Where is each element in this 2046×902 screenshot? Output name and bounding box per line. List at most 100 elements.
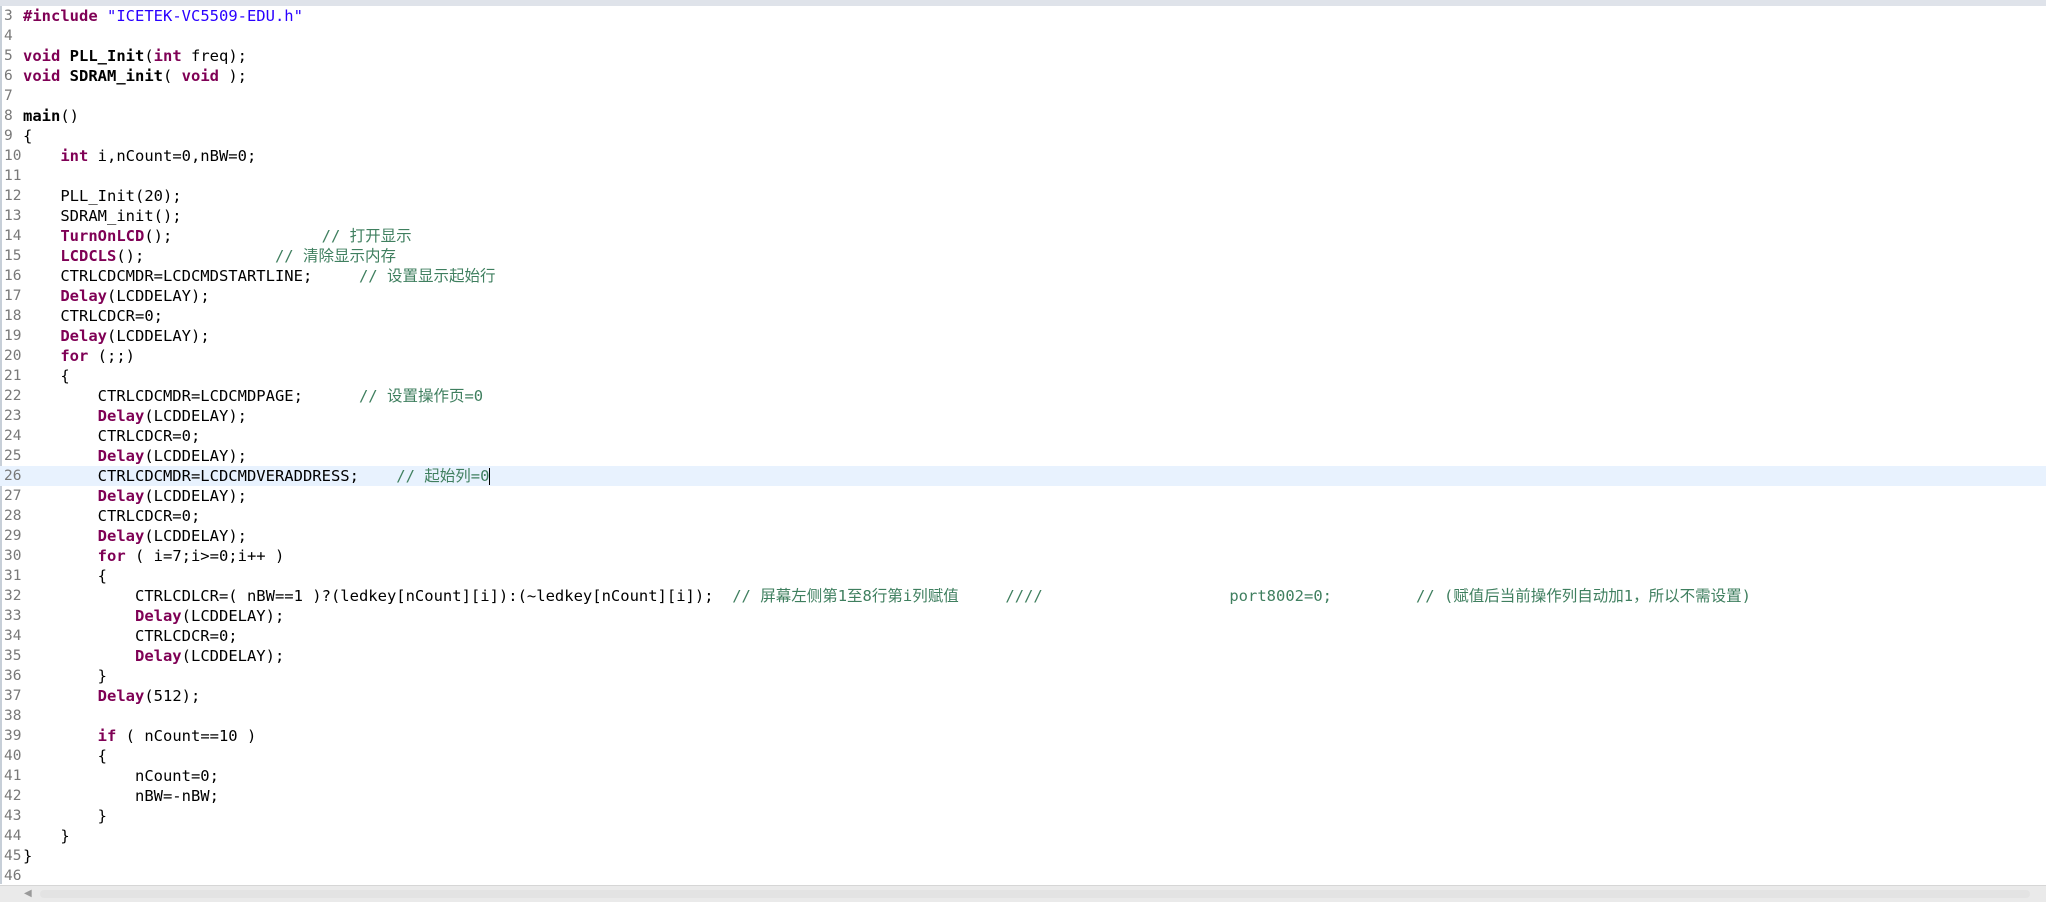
code-line[interactable]: 6 void SDRAM_init( void ); — [0, 66, 2046, 86]
line-code[interactable]: Delay(LCDDELAY); — [23, 486, 247, 506]
line-code[interactable]: CTRLCDLCR=( nBW==1 )?(ledkey[nCount][i])… — [23, 586, 1751, 606]
code-line[interactable]: 21 { — [0, 366, 2046, 386]
scrollbar-thumb[interactable] — [40, 890, 2030, 898]
code-keyword: Delay — [134, 646, 182, 665]
code-line[interactable]: 18 CTRLCDCR=0; — [0, 306, 2046, 326]
horizontal-scrollbar[interactable]: ◀ — [0, 885, 2046, 902]
code-line[interactable]: 15 LCDCLS(); // 清除显示内存 — [0, 246, 2046, 266]
code-line[interactable]: 45} — [0, 846, 2046, 866]
line-code[interactable]: for (;;) — [23, 346, 135, 366]
code-line[interactable]: 41 nCount=0; — [0, 766, 2046, 786]
line-code[interactable]: for ( i=7;i>=0;i++ ) — [23, 546, 285, 566]
line-code[interactable]: CTRLCDCR=0; — [23, 626, 238, 646]
line-number: 3 — [4, 7, 13, 24]
code-token: (LCDDELAY); — [181, 646, 285, 665]
line-code[interactable]: } — [23, 666, 107, 686]
line-code[interactable]: Delay(LCDDELAY); — [23, 406, 247, 426]
line-number: 5 — [4, 47, 13, 64]
code-token: { — [23, 366, 70, 385]
line-code[interactable]: CTRLCDCMDR=LCDCMDVERADDRESS; // 起始列=0 — [23, 466, 491, 486]
line-code[interactable]: nCount=0; — [23, 766, 219, 786]
line-code[interactable]: CTRLCDCR=0; — [23, 426, 201, 446]
code-line[interactable]: 19 Delay(LCDDELAY); — [0, 326, 2046, 346]
line-code[interactable]: Delay(LCDDELAY); — [23, 606, 284, 626]
line-code[interactable]: nBW=-nBW; — [23, 786, 219, 806]
line-code[interactable]: CTRLCDCR=0; — [23, 506, 201, 526]
scroll-left-arrow-icon[interactable]: ◀ — [24, 889, 32, 899]
line-code[interactable]: #include "ICETEK-VC5509-EDU.h" — [23, 6, 303, 26]
code-token: { — [23, 126, 33, 145]
code-token: ( — [144, 46, 154, 65]
line-code[interactable]: { — [23, 566, 107, 586]
line-code[interactable]: Delay(LCDDELAY); — [23, 526, 247, 546]
code-line[interactable]: 8 main() — [0, 106, 2046, 126]
line-code[interactable]: CTRLCDCMDR=LCDCMDSTARTLINE; // 设置显示起始行 — [23, 266, 495, 286]
line-code[interactable]: Delay(512); — [23, 686, 201, 706]
code-line[interactable]: 34 CTRLCDCR=0; — [0, 626, 2046, 646]
code-line[interactable]: 36 } — [0, 666, 2046, 686]
code-line[interactable]: 7 — [0, 86, 2046, 106]
line-number: 30 — [4, 547, 22, 564]
code-line[interactable]: 37 Delay(512); — [0, 686, 2046, 706]
code-line[interactable]: 14 TurnOnLCD(); // 打开显示 — [0, 226, 2046, 246]
line-code[interactable]: Delay(LCDDELAY); — [23, 286, 209, 306]
code-line[interactable]: 10 int i,nCount=0,nBW=0; — [0, 146, 2046, 166]
line-number: 35 — [4, 647, 22, 664]
code-editor[interactable]: 3 #include "ICETEK-VC5509-EDU.h" 4 5 void PL… — [0, 6, 2046, 884]
code-line[interactable]: 35 Delay(LCDDELAY); — [0, 646, 2046, 666]
code-line[interactable]: 28 CTRLCDCR=0; — [0, 506, 2046, 526]
code-line[interactable]: 25 Delay(LCDDELAY); — [0, 446, 2046, 466]
code-token: CTRLCDCR=0; — [23, 306, 163, 325]
code-line[interactable]: 31 { — [0, 566, 2046, 586]
code-line[interactable]: 29 Delay(LCDDELAY); — [0, 526, 2046, 546]
code-line[interactable]: 5 void PLL_Init(int freq); — [0, 46, 2046, 66]
line-code[interactable]: { — [23, 126, 32, 146]
code-line[interactable]: 24 CTRLCDCR=0; — [0, 426, 2046, 446]
line-code[interactable]: LCDCLS(); // 清除显示内存 — [23, 246, 396, 266]
code-line[interactable]: 22 CTRLCDCMDR=LCDCMDPAGE; // 设置操作页=0 — [0, 386, 2046, 406]
code-line[interactable]: 44 } — [0, 826, 2046, 846]
line-code[interactable]: { — [23, 366, 70, 386]
code-line[interactable]: 39 if ( nCount==10 ) — [0, 726, 2046, 746]
line-code[interactable]: if ( nCount==10 ) — [23, 726, 257, 746]
code-line[interactable]: 12 PLL_Init(20); — [0, 186, 2046, 206]
code-line[interactable]: 16 CTRLCDCMDR=LCDCMDSTARTLINE; // 设置显示起始… — [0, 266, 2046, 286]
line-code[interactable]: { — [23, 746, 107, 766]
line-code[interactable]: void PLL_Init(int freq); — [23, 46, 247, 66]
code-line[interactable]: 11 — [0, 166, 2046, 186]
code-line[interactable]: 32 CTRLCDLCR=( nBW==1 )?(ledkey[nCount][… — [0, 586, 2046, 606]
line-code[interactable]: Delay(LCDDELAY); — [23, 326, 209, 346]
code-token: { — [23, 746, 107, 765]
line-code[interactable]: main() — [23, 106, 79, 126]
code-line[interactable]: 9{ — [0, 126, 2046, 146]
line-code[interactable]: CTRLCDCMDR=LCDCMDPAGE; // 设置操作页=0 — [23, 386, 483, 406]
code-line[interactable]: 43 } — [0, 806, 2046, 826]
code-token: CTRLCDLCR=( nBW==1 )?(ledkey[nCount][i])… — [23, 586, 733, 605]
line-code[interactable]: } — [23, 846, 32, 866]
line-code[interactable]: Delay(LCDDELAY); — [23, 446, 247, 466]
code-line[interactable]: 33 Delay(LCDDELAY); — [0, 606, 2046, 626]
line-code[interactable]: PLL_Init(20); — [23, 186, 181, 206]
code-line[interactable]: 4 — [0, 26, 2046, 46]
code-line[interactable]: 20 for (;;) — [0, 346, 2046, 366]
code-line[interactable]: 42 nBW=-nBW; — [0, 786, 2046, 806]
line-number: 24 — [4, 427, 22, 444]
line-code[interactable]: } — [23, 826, 69, 846]
line-code[interactable]: CTRLCDCR=0; — [23, 306, 163, 326]
line-code[interactable]: int i,nCount=0,nBW=0; — [23, 146, 256, 166]
code-line[interactable]: 13 SDRAM_init(); — [0, 206, 2046, 226]
code-line[interactable]: 40 { — [0, 746, 2046, 766]
code-line[interactable]: 26 CTRLCDCMDR=LCDCMDVERADDRESS; // 起始列=0 — [0, 465, 2046, 486]
line-code[interactable]: SDRAM_init(); — [23, 206, 181, 226]
line-code[interactable]: void SDRAM_init( void ); — [23, 66, 247, 86]
line-code[interactable]: TurnOnLCD(); // 打开显示 — [23, 226, 411, 246]
line-code[interactable]: Delay(LCDDELAY); — [23, 646, 284, 666]
code-line[interactable]: 38 — [0, 706, 2046, 726]
code-line[interactable]: 17 Delay(LCDDELAY); — [0, 286, 2046, 306]
code-line[interactable]: 27 Delay(LCDDELAY); — [0, 486, 2046, 506]
line-code[interactable]: } — [23, 806, 107, 826]
code-line[interactable]: 23 Delay(LCDDELAY); — [0, 406, 2046, 426]
code-line[interactable]: 30 for ( i=7;i>=0;i++ ) — [0, 546, 2046, 566]
code-line[interactable]: 46 — [0, 866, 2046, 884]
code-line[interactable]: 3 #include "ICETEK-VC5509-EDU.h" — [0, 6, 2046, 26]
